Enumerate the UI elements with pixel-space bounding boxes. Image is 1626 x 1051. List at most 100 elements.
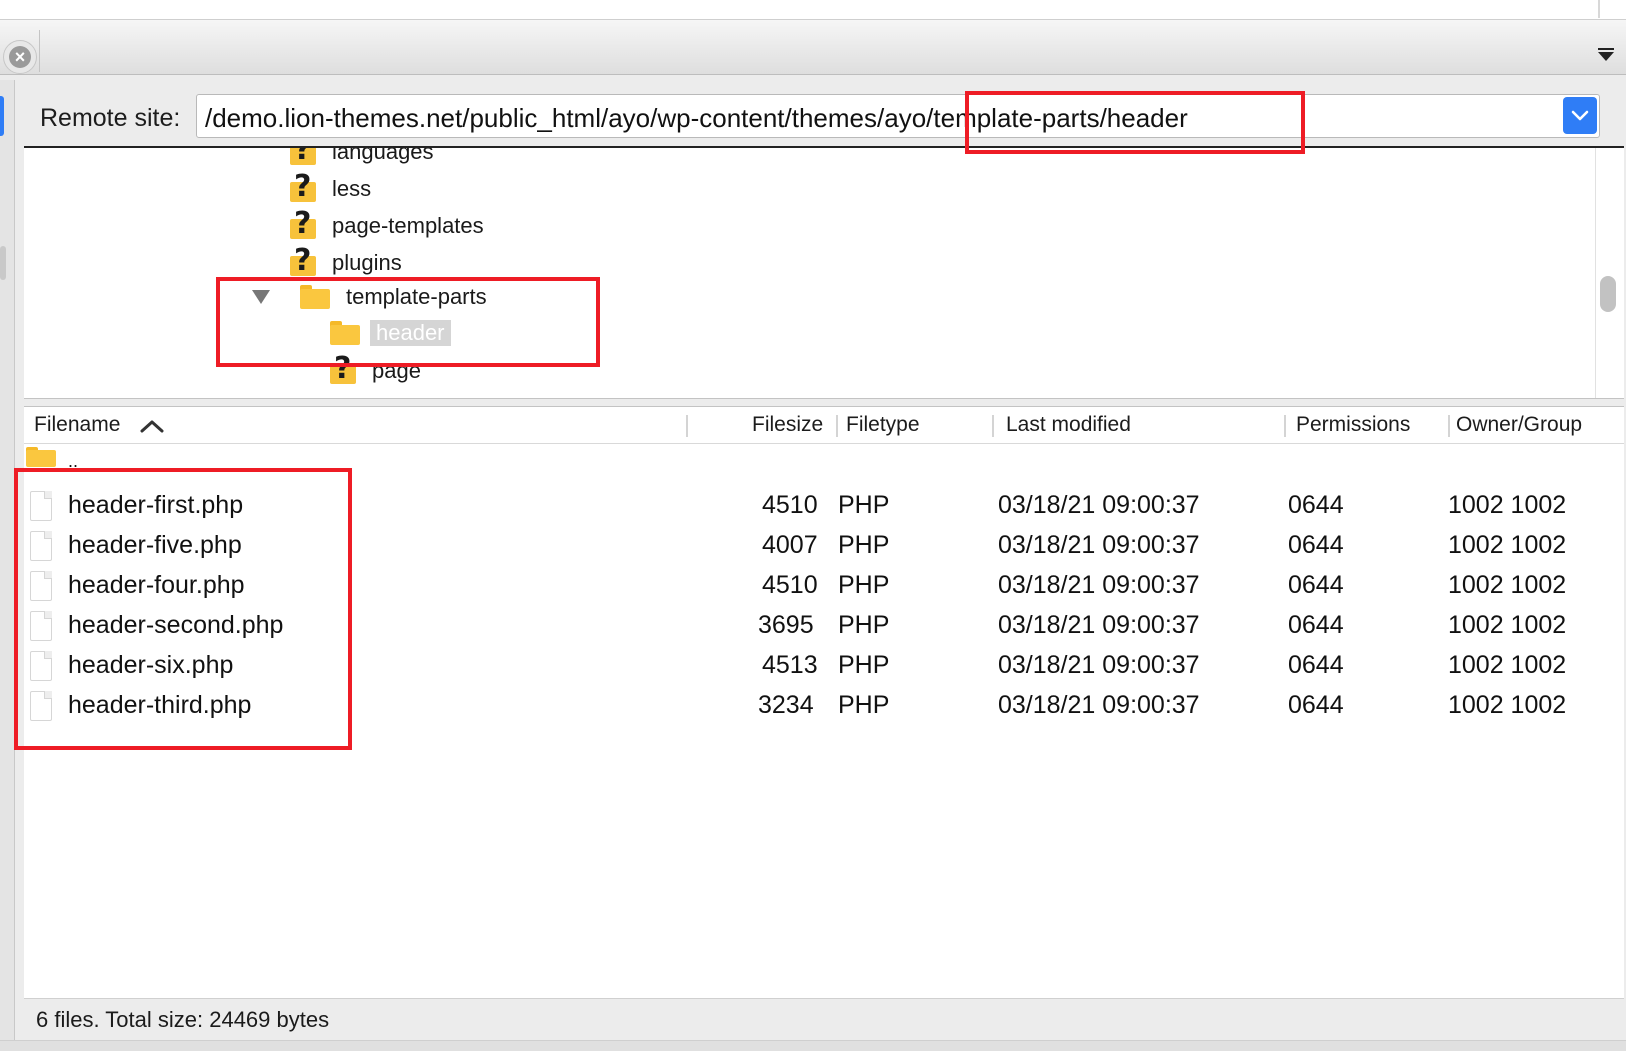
file-row[interactable]: header-four.php 4510 PHP 03/18/21 09:00:…	[24, 567, 1624, 607]
file-icon	[30, 691, 52, 721]
file-list-header: Filename Filesize Filetype Last modified…	[24, 407, 1624, 444]
unknown-folder-icon: ?	[290, 148, 316, 167]
top-scrollbar[interactable]	[1598, 0, 1600, 18]
parent-directory-row[interactable]: ..	[24, 445, 1624, 485]
file-modified: 03/18/21 09:00:37	[998, 611, 1200, 639]
top-strip	[0, 0, 1626, 20]
chevron-down-icon	[1571, 110, 1589, 120]
column-separator[interactable]	[686, 415, 688, 437]
column-header-owner-group[interactable]: Owner/Group	[1456, 413, 1582, 437]
file-permissions: 0644	[1288, 611, 1344, 639]
file-row[interactable]: header-six.php 4513 PHP 03/18/21 09:00:3…	[24, 647, 1624, 687]
close-icon: ×	[9, 46, 31, 68]
file-permissions: 0644	[1288, 651, 1344, 679]
file-modified: 03/18/21 09:00:37	[998, 651, 1200, 679]
parent-directory-label: ..	[68, 451, 79, 471]
tree-item-template-parts[interactable]: template-parts	[300, 280, 493, 314]
tree-item-label: plugins	[332, 250, 402, 275]
file-icon	[30, 571, 52, 601]
file-modified: 03/18/21 09:00:37	[998, 531, 1200, 559]
column-separator[interactable]	[992, 415, 994, 437]
remote-site-path-input[interactable]: /demo.lion-themes.net/public_html/ayo/wp…	[205, 103, 1188, 134]
tree-item-label: header	[370, 320, 451, 346]
file-size: 4510	[762, 491, 818, 519]
tree-item-label: less	[332, 176, 372, 201]
status-bar: 6 files. Total size: 24469 bytes	[24, 998, 1624, 1041]
file-owner-group: 1002 1002	[1448, 691, 1567, 719]
tab-menu-bar	[1598, 48, 1614, 50]
left-pane-scroll-grip[interactable]	[0, 246, 6, 280]
unknown-folder-icon: ?	[290, 170, 316, 204]
file-icon	[30, 491, 52, 521]
file-type: PHP	[838, 531, 890, 559]
column-header-filetype[interactable]: Filetype	[846, 413, 920, 437]
file-owner-group: 1002 1002	[1448, 571, 1567, 599]
file-name: header-five.php	[68, 531, 242, 559]
file-permissions: 0644	[1288, 531, 1344, 559]
tree-item-page-templates[interactable]: ? page-templates	[290, 207, 490, 243]
file-type: PHP	[838, 491, 890, 519]
file-row[interactable]: header-third.php 3234 PHP 03/18/21 09:00…	[24, 687, 1624, 727]
status-summary: 6 files. Total size: 24469 bytes	[36, 1007, 330, 1032]
file-modified: 03/18/21 09:00:37	[998, 491, 1200, 519]
unknown-folder-icon: ?	[290, 244, 316, 278]
tree-item-plugins[interactable]: ? plugins	[290, 244, 408, 280]
file-name: header-six.php	[68, 651, 234, 679]
file-size: 3695	[758, 611, 814, 639]
file-size: 4007	[762, 531, 818, 559]
file-size: 4510	[762, 571, 818, 599]
file-owner-group: 1002 1002	[1448, 651, 1567, 679]
file-type: PHP	[838, 691, 890, 719]
column-separator[interactable]	[1448, 415, 1450, 437]
file-row[interactable]: header-second.php 3695 PHP 03/18/21 09:0…	[24, 607, 1624, 647]
file-name: header-first.php	[68, 491, 244, 519]
left-pane-button[interactable]	[0, 96, 4, 136]
file-modified: 03/18/21 09:00:37	[998, 691, 1200, 719]
file-row[interactable]: header-first.php 4510 PHP 03/18/21 09:00…	[24, 487, 1624, 527]
tree-item-label: page-templates	[332, 213, 484, 238]
sort-ascending-icon[interactable]	[140, 419, 164, 433]
remote-site-history-button[interactable]	[1563, 97, 1597, 134]
tree-item-header[interactable]: header	[330, 316, 451, 350]
tab-list-menu-icon[interactable]	[1598, 52, 1614, 61]
file-name: header-second.php	[68, 611, 284, 639]
remote-directory-tree[interactable]: ? languages ? less ? page-templates ? pl…	[24, 146, 1624, 399]
unknown-folder-icon: ?	[330, 352, 356, 386]
file-permissions: 0644	[1288, 571, 1344, 599]
folder-icon	[300, 285, 330, 309]
tab-bar	[0, 20, 1626, 75]
file-row[interactable]: header-five.php 4007 PHP 03/18/21 09:00:…	[24, 527, 1624, 567]
file-permissions: 0644	[1288, 491, 1344, 519]
tree-item-less[interactable]: ? less	[290, 170, 377, 206]
column-header-filesize[interactable]: Filesize	[752, 413, 823, 437]
tree-scrollbar-thumb[interactable]	[1600, 276, 1616, 312]
file-modified: 03/18/21 09:00:37	[998, 571, 1200, 599]
file-size: 4513	[762, 651, 818, 679]
tree-item-label: languages	[332, 146, 434, 164]
tree-item-label: page	[372, 358, 421, 383]
expand-triangle-icon[interactable]	[252, 290, 270, 304]
tree-item-label: template-parts	[346, 284, 487, 309]
column-header-filename[interactable]: Filename	[34, 413, 120, 437]
unknown-folder-icon: ?	[290, 207, 316, 241]
left-pane-edge	[0, 80, 15, 1050]
tree-item-page[interactable]: ? page	[330, 352, 427, 388]
remote-site-path-combobox[interactable]: /demo.lion-themes.net/public_html/ayo/wp…	[196, 94, 1600, 138]
file-type: PHP	[838, 571, 890, 599]
tree-item-languages[interactable]: ? languages	[290, 146, 440, 169]
file-icon	[30, 531, 52, 561]
tab-separator	[39, 30, 40, 72]
file-icon	[30, 611, 52, 641]
column-separator[interactable]	[1284, 415, 1286, 437]
column-separator[interactable]	[836, 415, 838, 437]
file-size: 3234	[758, 691, 814, 719]
close-tab-button[interactable]: ×	[3, 40, 37, 74]
column-header-permissions[interactable]: Permissions	[1296, 413, 1410, 437]
remote-site-bar: Remote site: /demo.lion-themes.net/publi…	[24, 88, 1626, 146]
file-type: PHP	[838, 611, 890, 639]
bottom-border	[0, 1040, 1626, 1051]
file-owner-group: 1002 1002	[1448, 531, 1567, 559]
column-header-last-modified[interactable]: Last modified	[1006, 413, 1131, 437]
folder-icon	[26, 447, 56, 467]
remote-file-list[interactable]: Filename Filesize Filetype Last modified…	[24, 406, 1624, 999]
